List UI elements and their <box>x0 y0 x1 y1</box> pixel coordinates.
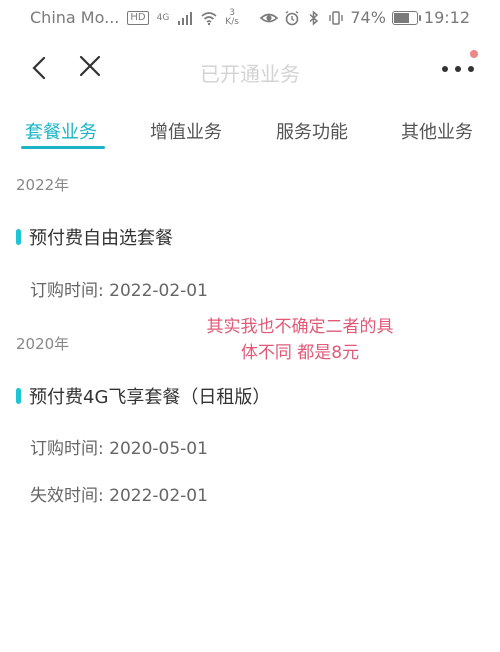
notification-dot <box>470 50 478 58</box>
tab-bar: 套餐业务 增值业务 服务功能 其他业务 <box>0 110 500 154</box>
plan-marker <box>16 229 21 245</box>
network-type: 4G <box>156 12 170 23</box>
page-title: 已开通业务 <box>200 62 300 86</box>
plan-name: 预付费4G飞享套餐（日租版） <box>29 387 271 408</box>
plan-name: 预付费自由选套餐 <box>29 228 173 249</box>
nav-bar: 已开通业务 <box>0 40 500 96</box>
wifi-icon <box>201 11 217 25</box>
tab-service-functions[interactable]: 服务功能 <box>276 118 348 144</box>
plan-item[interactable]: 预付费自由选套餐 <box>16 224 173 250</box>
status-left: China Mo... HD 4G 3 K/s <box>30 8 239 27</box>
subscribe-date: 订购时间: 2022-02-01 <box>30 281 208 301</box>
battery-percent: 74% <box>350 8 386 27</box>
plan-item[interactable]: 预付费4G飞享套餐（日租版） <box>16 383 270 409</box>
subscribe-date: 订购时间: 2020-05-01 <box>30 439 208 459</box>
expire-date: 失效时间: 2022-02-01 <box>30 486 208 506</box>
clock: 19:12 <box>423 8 470 27</box>
battery-fill <box>393 12 409 23</box>
battery-icon <box>391 10 421 25</box>
active-tab-indicator <box>21 146 105 149</box>
alarm-icon <box>285 10 299 25</box>
status-bar: China Mo... HD 4G 3 K/s 74% 19:12 <box>0 0 500 36</box>
status-right: 74% 19:12 <box>260 8 470 27</box>
eye-icon <box>260 13 279 22</box>
annotation-line-1: 其实我也不确定二者的具 <box>206 317 394 337</box>
network-speed: 3 K/s <box>225 8 239 27</box>
tab-other-services[interactable]: 其他业务 <box>401 118 473 144</box>
handwritten-annotation: 其实我也不确定二者的具 体不同 都是8元 <box>190 314 410 366</box>
annotation-line-2: 体不同 都是8元 <box>240 343 360 363</box>
tab-value-added[interactable]: 增值业务 <box>150 118 222 144</box>
year-header: 2020年 <box>16 335 70 353</box>
bluetooth-icon <box>309 9 319 26</box>
hd-badge: HD <box>127 10 149 25</box>
plan-marker <box>16 388 21 404</box>
network-speed-unit: K/s <box>225 16 239 27</box>
carrier-name: China Mo... <box>30 8 120 27</box>
more-options-icon[interactable] <box>440 62 476 76</box>
year-header: 2022年 <box>16 176 70 194</box>
signal-icon <box>178 11 193 25</box>
tab-packages[interactable]: 套餐业务 <box>25 118 97 144</box>
vibrate-icon <box>329 10 344 25</box>
